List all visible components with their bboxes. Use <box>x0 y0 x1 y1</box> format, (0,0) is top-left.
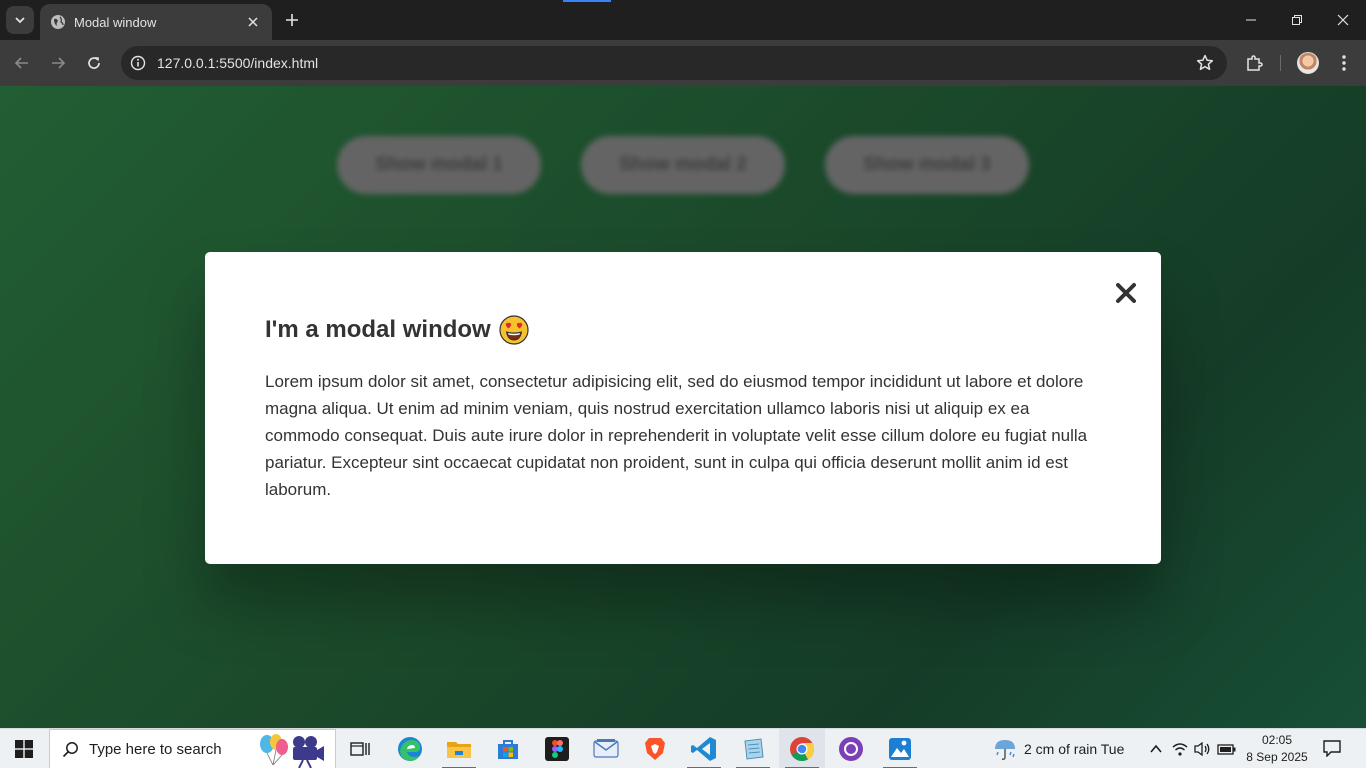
star-icon[interactable] <box>1195 53 1215 73</box>
page-viewport: Show modal 1 Show modal 2 Show modal 3 I… <box>0 86 1366 728</box>
tab-search-button[interactable] <box>6 6 34 34</box>
edge-icon <box>398 737 422 761</box>
modal-window: I'm a modal window Lorem ipsum dolor sit… <box>205 252 1161 564</box>
taskbar-microsoft-store[interactable] <box>485 729 531 768</box>
windows-logo-icon <box>15 740 33 758</box>
weather-widget[interactable]: 2 cm of rain Tue <box>992 729 1124 768</box>
globe-icon <box>50 14 66 30</box>
browser-tab[interactable]: Modal window <box>40 4 272 40</box>
mail-icon <box>593 739 619 758</box>
browser-toolbar: 127.0.0.1:5500/index.html <box>0 40 1366 86</box>
minimize-button[interactable] <box>1228 0 1274 40</box>
forward-arrow-icon[interactable] <box>44 49 72 77</box>
address-bar[interactable]: 127.0.0.1:5500/index.html <box>121 46 1227 80</box>
taskbar-photos[interactable] <box>877 729 923 768</box>
browser-titlebar: Modal window <box>0 0 1366 40</box>
restore-button[interactable] <box>1274 0 1320 40</box>
battery-icon[interactable] <box>1217 739 1237 759</box>
restore-icon <box>1292 15 1302 25</box>
taskbar-github-desktop[interactable] <box>828 729 874 768</box>
search-placeholder: Type here to search <box>89 740 222 758</box>
taskbar-task-view[interactable] <box>337 729 383 768</box>
clock-date: 8 Sep 2025 <box>1246 750 1308 764</box>
taskbar-edge[interactable] <box>387 729 433 768</box>
chevron-down-icon <box>15 17 25 24</box>
taskbar-notepad[interactable] <box>730 729 776 768</box>
close-icon[interactable] <box>244 13 262 31</box>
start-button[interactable] <box>0 729 48 768</box>
taskbar-chrome[interactable] <box>779 729 825 768</box>
close-x-icon[interactable] <box>1111 276 1141 310</box>
taskbar-figma[interactable] <box>534 729 580 768</box>
tab-title: Modal window <box>74 14 157 30</box>
modal-title: I'm a modal window <box>265 315 1101 345</box>
clock-time: 02:05 <box>1261 733 1293 747</box>
minimize-icon <box>1246 19 1256 21</box>
close-window-button[interactable] <box>1320 0 1366 40</box>
taskbar-clock[interactable]: 02:05 8 Sep 2025 <box>1242 732 1312 766</box>
top-accent-bar <box>563 0 611 2</box>
taskbar-mail[interactable] <box>583 729 629 768</box>
heart-eyes-emoji-icon <box>499 315 529 345</box>
photos-icon <box>889 738 911 760</box>
windows-taskbar: Type here to search 2 cm of rain Tue 02:… <box>0 728 1366 768</box>
search-icon <box>62 741 78 757</box>
reload-icon[interactable] <box>80 49 108 77</box>
github-desktop-icon <box>839 737 863 761</box>
notification-icon[interactable] <box>1322 739 1344 759</box>
weather-text: 2 cm of rain Tue <box>1024 741 1125 757</box>
taskbar-file-explorer[interactable] <box>436 729 482 768</box>
search-highlight-balloons-icon <box>260 734 324 768</box>
chevron-up-icon[interactable] <box>1146 739 1166 759</box>
taskbar-search-box[interactable]: Type here to search <box>49 729 336 768</box>
kebab-menu-icon[interactable] <box>1334 53 1354 73</box>
close-window-icon <box>1337 14 1349 26</box>
taskbar-vscode[interactable] <box>681 729 727 768</box>
modal-title-text: I'm a modal window <box>265 316 491 343</box>
task-view-icon <box>350 742 370 756</box>
profile-avatar[interactable] <box>1297 52 1319 74</box>
brave-icon <box>645 738 665 760</box>
volume-icon[interactable] <box>1192 739 1212 759</box>
notepad-icon <box>744 738 764 760</box>
site-info-icon[interactable] <box>123 48 153 78</box>
folder-icon <box>447 742 471 758</box>
vscode-icon <box>691 737 716 761</box>
taskbar-brave[interactable] <box>632 729 678 768</box>
figma-icon <box>545 737 569 761</box>
extensions-icon[interactable] <box>1244 53 1264 73</box>
store-icon <box>498 740 518 759</box>
back-arrow-icon[interactable] <box>8 49 36 77</box>
wifi-icon[interactable] <box>1170 739 1190 759</box>
modal-body-text: Lorem ipsum dolor sit amet, consectetur … <box>265 372 1088 499</box>
url-text: 127.0.0.1:5500/index.html <box>157 55 319 71</box>
toolbar-separator <box>1280 55 1281 71</box>
chrome-icon <box>790 737 815 762</box>
rain-umbrella-icon <box>995 740 1015 760</box>
plus-icon[interactable] <box>280 8 304 32</box>
